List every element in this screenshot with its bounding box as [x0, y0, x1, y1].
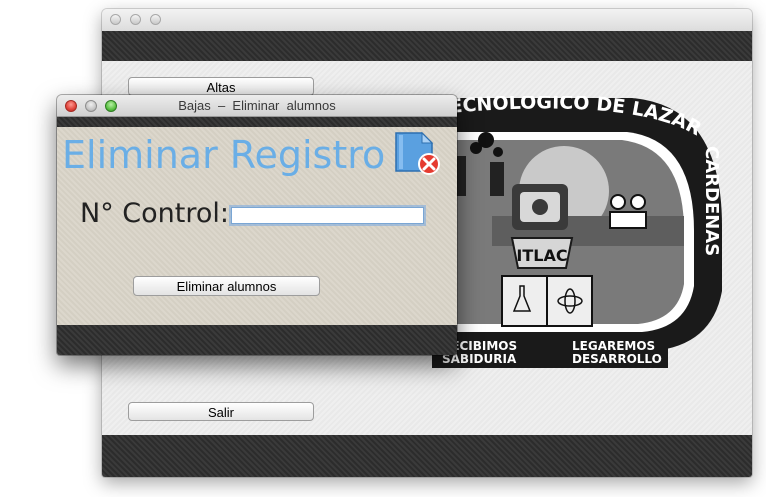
dialog-titlebar[interactable]: Bajas – Eliminar alumnos — [57, 95, 457, 117]
dialog-heading: Eliminar Registro — [62, 133, 386, 177]
control-number-label: N° Control: — [80, 198, 229, 229]
eliminar-alumnos-button[interactable]: Eliminar alumnos — [133, 276, 320, 296]
institution-logo: ITLAC TECNOLOGICO DE LAZARO CARDENAS REC… — [432, 96, 722, 368]
altas-button[interactable]: Altas — [128, 77, 314, 96]
main-bottom-bar — [102, 435, 752, 477]
logo-motto-right-1: LEGAREMOS — [572, 339, 655, 353]
logo-badge-text: ITLAC — [516, 246, 567, 265]
main-minimize-button[interactable] — [130, 14, 141, 25]
logo-motto-right-2: DESARROLLO — [572, 352, 662, 366]
logo-chimney-2 — [490, 162, 504, 196]
file-delete-icon — [395, 131, 440, 175]
main-top-toolbar — [102, 31, 752, 61]
logo-people-icon — [609, 211, 647, 229]
salir-button[interactable]: Salir — [128, 402, 314, 421]
dialog-top-band — [57, 117, 457, 127]
main-titlebar — [102, 9, 752, 32]
dialog-bottom-band — [57, 325, 457, 355]
bajas-dialog: Bajas – Eliminar alumnos Eliminar Regist… — [57, 95, 457, 355]
logo-side-text: CARDENAS — [701, 146, 722, 256]
dialog-title: Bajas – Eliminar alumnos — [178, 98, 336, 113]
main-close-button[interactable] — [110, 14, 121, 25]
control-number-input[interactable] — [231, 207, 424, 224]
main-zoom-button[interactable] — [150, 14, 161, 25]
